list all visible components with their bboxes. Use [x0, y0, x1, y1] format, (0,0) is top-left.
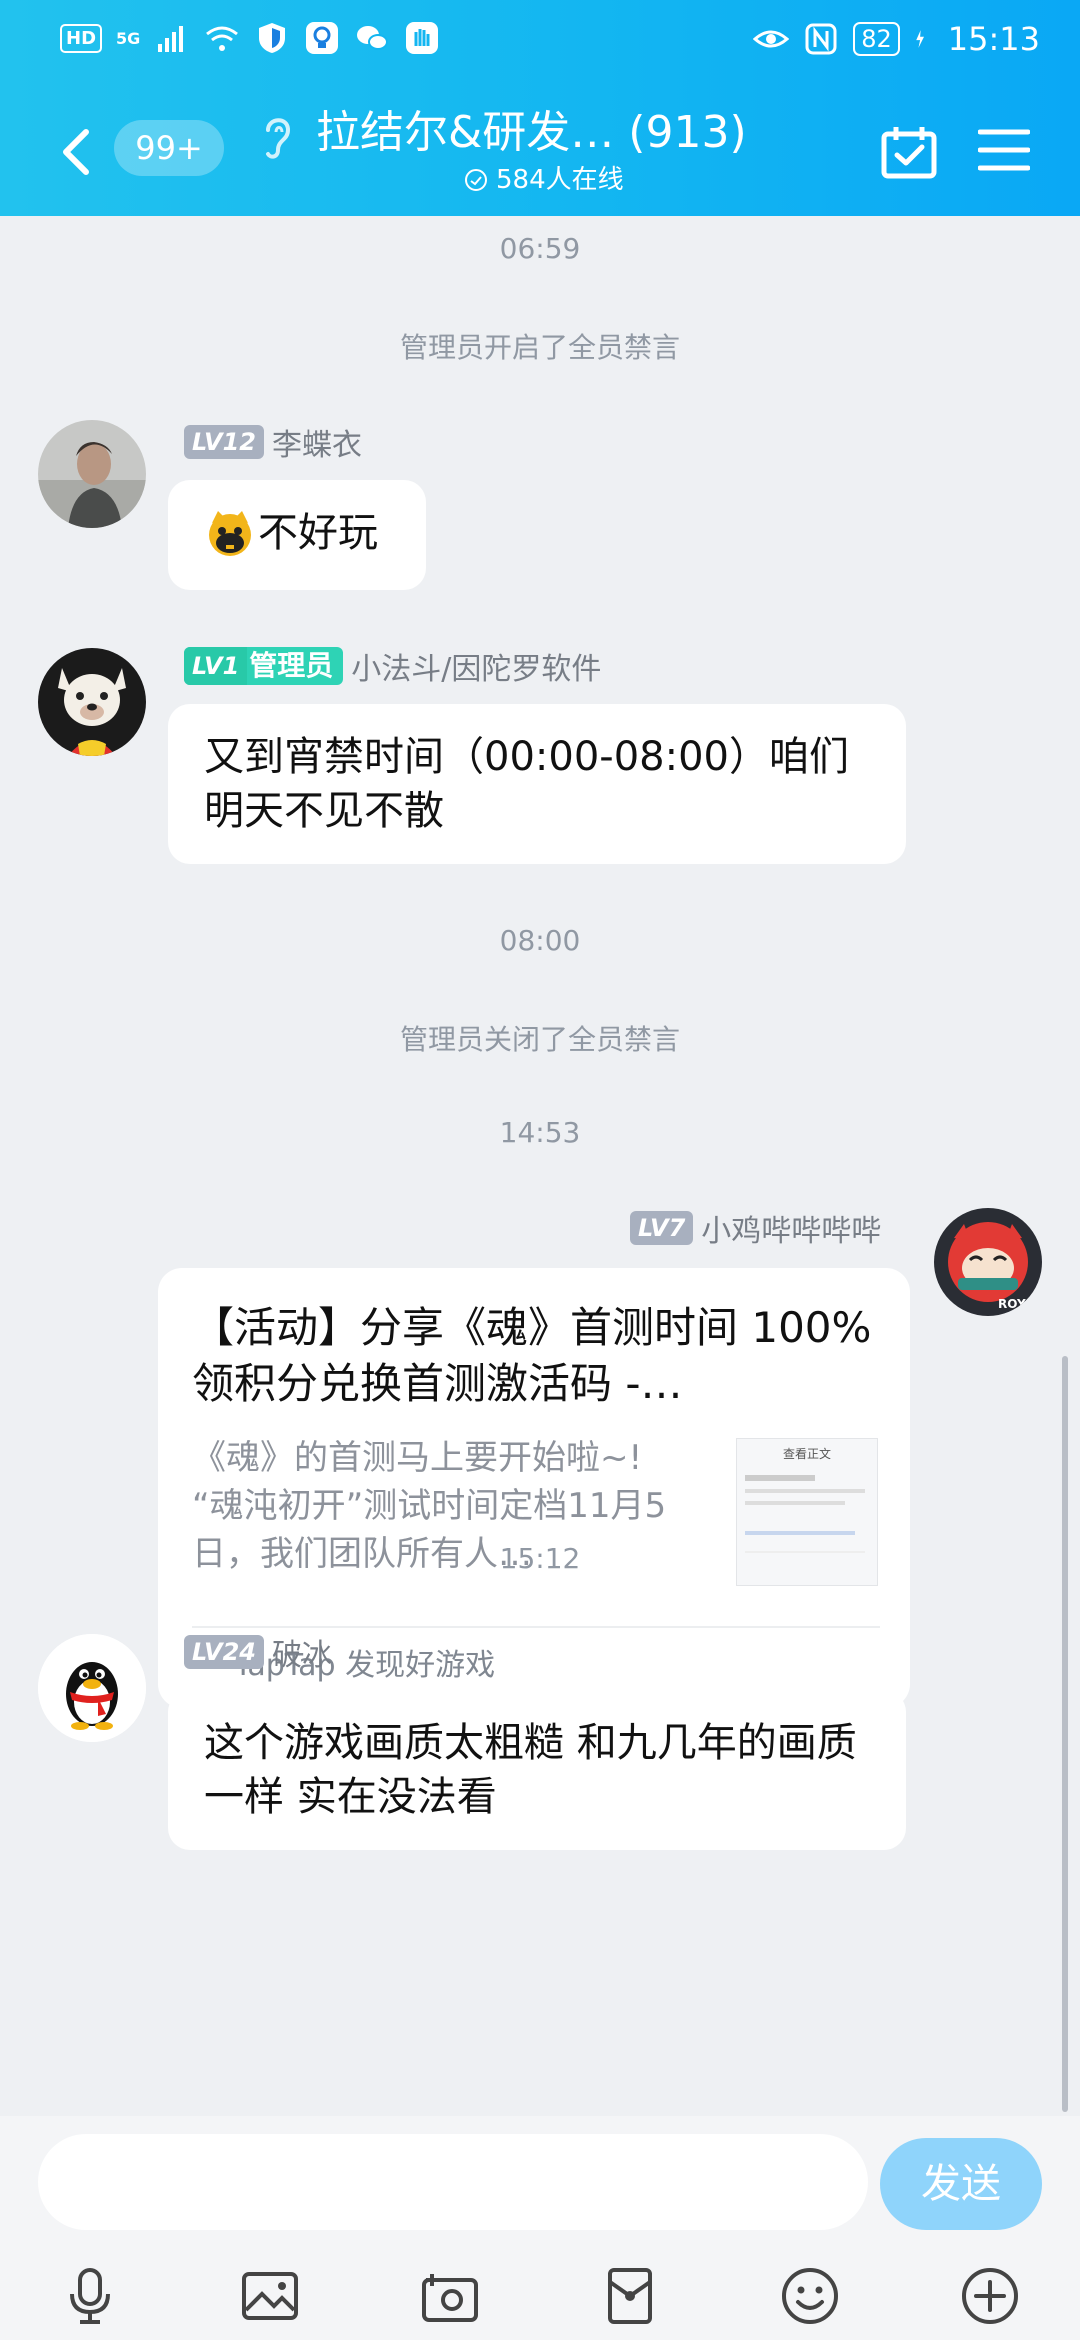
- network-type: 5G: [116, 28, 141, 48]
- back-arrow-icon[interactable]: [52, 124, 102, 180]
- online-count[interactable]: 584人在线: [464, 160, 624, 200]
- message-input[interactable]: [38, 2134, 868, 2230]
- avatar[interactable]: [38, 1634, 146, 1742]
- penguin-icon: [38, 1634, 146, 1742]
- sender-info: LV7 小鸡哔哔哔哔: [630, 1206, 881, 1250]
- timestamp: 08:00: [499, 924, 581, 957]
- message-bubble[interactable]: 不好玩: [168, 480, 426, 590]
- plus-icon[interactable]: [958, 2264, 1022, 2328]
- system-notice: 管理员开启了全员禁言: [399, 331, 680, 364]
- status-time: 15:13: [947, 20, 1040, 58]
- system-notice: 管理员关闭了全员禁言: [399, 1023, 680, 1056]
- sender-info: LV12 李蝶衣: [184, 420, 362, 464]
- sender-name[interactable]: 李蝶衣: [272, 420, 362, 464]
- group-title[interactable]: 拉结尔&研发… (913): [316, 100, 747, 166]
- card-title: 【活动】分享《魂》首测时间 100%领积分兑换首测激活码 -…: [192, 1303, 872, 1408]
- admin-badge: LV1 管理员: [184, 647, 344, 685]
- level-badge: LV12: [184, 425, 264, 459]
- sender-info: LV1 管理员 小法斗/因陀罗软件: [184, 644, 601, 688]
- cute-emoji-icon: [209, 511, 251, 556]
- level-badge: LV7: [630, 1211, 694, 1245]
- sender-name[interactable]: 小法斗/因陀罗软件: [351, 644, 601, 688]
- message-bubble[interactable]: 这个游戏画质太粗糙 和九几年的画质一样 实在没法看: [168, 1690, 906, 1850]
- nav-bar: 99+ 拉结尔&研发… (913) 584人在线: [0, 100, 1080, 216]
- role-label: 管理员: [249, 649, 334, 682]
- message-text: 不好玩: [258, 510, 378, 556]
- avatar[interactable]: [38, 420, 146, 528]
- nfc-icon: [805, 23, 837, 55]
- eye-icon: [753, 30, 790, 48]
- timestamp: 14:53: [499, 1116, 581, 1149]
- message-text: 又到宵禁时间（00:00-08:00）咱们明天不见不散: [204, 734, 849, 834]
- shield-icon: [259, 23, 286, 53]
- online-count-text: 584人在线: [496, 165, 624, 195]
- hand-app-icon: [406, 22, 439, 54]
- unread-count-badge[interactable]: 99+: [114, 120, 224, 176]
- message-text: 这个游戏画质太粗糙 和九几年的画质一样 实在没法看: [204, 1720, 857, 1820]
- sender-info: LV24 破冰: [184, 1630, 332, 1674]
- signal-icon: [158, 26, 184, 52]
- ear-icon[interactable]: [258, 110, 298, 164]
- mic-icon[interactable]: [58, 2264, 122, 2328]
- message-bubble[interactable]: 又到宵禁时间（00:00-08:00）咱们明天不见不散: [168, 704, 906, 864]
- battery-level: 82: [853, 22, 900, 56]
- timestamp: 15:12: [499, 1542, 581, 1575]
- level-badge: LV24: [184, 1635, 264, 1669]
- charging-icon: [916, 30, 924, 48]
- scrollbar[interactable]: [1062, 1356, 1068, 2112]
- send-button[interactable]: 发送: [880, 2138, 1042, 2230]
- card-divider: [192, 1626, 880, 1628]
- hd-indicator: HD: [60, 23, 103, 53]
- sender-name[interactable]: 小鸡哔哔哔哔: [701, 1206, 881, 1250]
- bulb-app-icon: [306, 22, 339, 54]
- check-circle-icon: [465, 169, 487, 191]
- avatar[interactable]: ROY: [934, 1208, 1042, 1316]
- wifi-icon: [206, 26, 239, 51]
- calendar-check-icon[interactable]: [880, 124, 938, 180]
- chat-header: HD 5G 82 15:13 99+ 拉结尔&研发… (913) 584人在线: [0, 0, 1080, 216]
- menu-icon[interactable]: [978, 126, 1030, 174]
- message-list[interactable]: 06:59 管理员开启了全员禁言 LV12 李蝶衣 不好玩 LV1 管理员 小法…: [0, 216, 1080, 2116]
- status-bar: HD 5G 82 15:13: [0, 0, 1080, 80]
- timestamp: 06:59: [499, 232, 581, 265]
- sender-name[interactable]: 破冰: [272, 1630, 332, 1674]
- image-icon[interactable]: [238, 2264, 302, 2328]
- svg-text:ROY: ROY: [998, 1297, 1026, 1311]
- emoji-icon[interactable]: [778, 2264, 842, 2328]
- input-toolbar: [0, 2256, 1080, 2336]
- red-packet-icon[interactable]: [598, 2264, 662, 2328]
- wechat-icon: [357, 26, 389, 50]
- thumbnail-heading: 查看正文: [782, 1447, 831, 1461]
- level-badge: LV1: [184, 647, 248, 685]
- camera-icon[interactable]: [418, 2264, 482, 2328]
- avatar[interactable]: [38, 648, 146, 756]
- input-area: 发送: [0, 2116, 1080, 2340]
